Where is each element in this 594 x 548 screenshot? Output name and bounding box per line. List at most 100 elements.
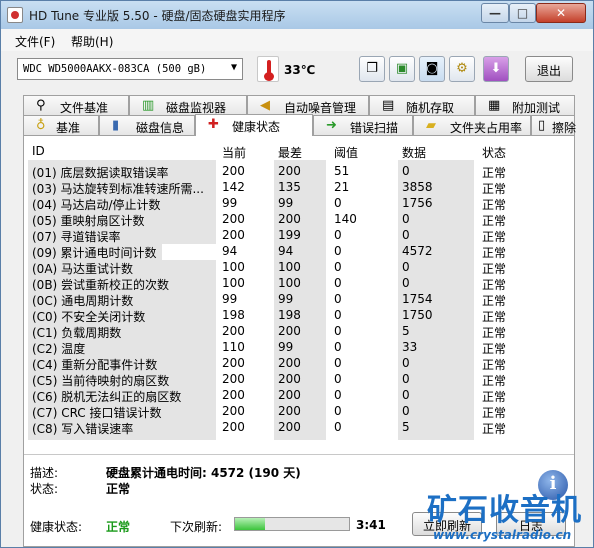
table-row[interactable]: (C0) 不安全关闭计数 198 198 0 1750 正常: [26, 308, 570, 324]
table-row[interactable]: (07) 寻道错误率 200 199 0 0 正常: [26, 228, 570, 244]
close-button[interactable]: ✕: [536, 3, 586, 23]
table-row[interactable]: (C2) 温度 110 99 0 33 正常: [26, 340, 570, 356]
menu-help[interactable]: 帮助(H): [71, 33, 113, 50]
header-id[interactable]: ID: [32, 144, 45, 158]
copy-info-button[interactable]: ▣: [389, 56, 415, 82]
tab-folder-usage[interactable]: ▰ 文件夹占用率: [413, 115, 531, 135]
table-row[interactable]: (C5) 当前待映射的扇区数 200 200 0 0 正常: [26, 372, 570, 388]
header-worst[interactable]: 最差: [278, 144, 302, 161]
screenshot-button[interactable]: ◙: [419, 56, 445, 82]
cell-worst: 99: [278, 292, 294, 306]
table-row[interactable]: (0C) 通电周期计数 99 99 0 1754 正常: [26, 292, 570, 308]
cell-worst: 200: [278, 388, 301, 402]
file-benchmark-icon: ⚲: [36, 98, 46, 113]
cell-threshold: 0: [334, 356, 342, 370]
tab-extra-tests[interactable]: ▦ 附加测试: [475, 95, 575, 115]
tab-error-scan[interactable]: ➜ 错误扫描: [313, 115, 413, 135]
settings-button[interactable]: ⚙: [449, 56, 475, 82]
exit-button[interactable]: 退出: [525, 56, 573, 82]
health-cross-icon: ✚: [208, 117, 219, 132]
cell-worst: 200: [278, 372, 301, 386]
title-bar[interactable]: HD Tune 专业版 5.50 - 硬盘/固态硬盘实用程序 — □ ✕: [1, 1, 593, 29]
refresh-now-button[interactable]: 立即刷新: [412, 512, 482, 536]
cell-worst: 94: [278, 244, 294, 258]
table-row[interactable]: (C8) 写入错误速率 200 200 0 5 正常: [26, 420, 570, 436]
status-footer: 健康状态: 正常 下次刷新: 3:41 立即刷新 日志: [24, 512, 574, 546]
tab-random-access[interactable]: ▤ 随机存取: [369, 95, 475, 115]
table-row[interactable]: (03) 马达旋转到标准转速所需... 142 135 21 3858 正常: [26, 180, 570, 196]
cell-threshold: 0: [334, 324, 342, 338]
tab-disk-monitor[interactable]: ▥ 磁盘监视器: [129, 95, 247, 115]
table-row-selected[interactable]: (09) 累计通电时间计数 94 94 0 4572 正常: [26, 244, 570, 260]
description-label: 描述:: [30, 466, 59, 480]
selection-highlight: [162, 244, 216, 260]
table-row[interactable]: (04) 马达启动/停止计数 99 99 0 1756 正常: [26, 196, 570, 212]
erase-trash-icon: ▯: [538, 118, 546, 133]
cell-id: (03) 马达旋转到标准转速所需...: [32, 182, 204, 196]
toolbar: WDC WD5000AAKX-083CA (500 gB) ▼ 33℃ ❐ ▣ …: [1, 51, 593, 91]
cell-threshold: 0: [334, 292, 342, 306]
health-label: 健康状态:: [30, 520, 83, 534]
tab-benchmark[interactable]: ♁ 基准: [23, 115, 99, 135]
log-button[interactable]: 日志: [496, 512, 566, 536]
dropdown-arrow-icon: ▼: [230, 62, 237, 73]
header-data[interactable]: 数据: [402, 144, 426, 161]
tab-file-benchmark[interactable]: ⚲ 文件基准: [23, 95, 129, 115]
table-row[interactable]: (C4) 重新分配事件计数 200 200 0 0 正常: [26, 356, 570, 372]
info-icon[interactable]: i: [538, 470, 568, 500]
cell-current: 200: [222, 404, 245, 418]
tab-label: 文件基准: [60, 101, 109, 115]
cell-data: 3858: [402, 180, 433, 194]
table-row[interactable]: (C1) 负载周期数 200 200 0 5 正常: [26, 324, 570, 340]
tab-noise-management[interactable]: ◀ 自动噪音管理: [247, 95, 369, 115]
cell-id: (C7) CRC 接口错误计数: [32, 406, 162, 420]
copy-text-icon: ❐: [366, 61, 378, 76]
minimize-button[interactable]: —: [481, 3, 509, 23]
divider: [24, 454, 574, 455]
cell-id: (C4) 重新分配事件计数: [32, 358, 158, 372]
table-row[interactable]: (C6) 脱机无法纠正的扇区数 200 200 0 0 正常: [26, 388, 570, 404]
cell-id: (01) 底层数据读取错误率: [32, 166, 169, 180]
cell-current: 100: [222, 276, 245, 290]
cell-id: (C6) 脱机无法纠正的扇区数: [32, 390, 182, 404]
cell-current: 94: [222, 244, 238, 258]
cell-worst: 199: [278, 228, 301, 242]
cell-id: (05) 重映射扇区计数: [32, 214, 145, 228]
cell-worst: 200: [278, 212, 301, 226]
drive-select-value: WDC WD5000AAKX-083CA (500 gB): [23, 63, 207, 75]
cell-id: (04) 马达启动/停止计数: [32, 198, 161, 212]
cell-status: 正常: [482, 326, 507, 340]
cell-worst: 198: [278, 308, 301, 322]
cell-data: 4572: [402, 244, 433, 258]
error-scan-icon: ➜: [326, 118, 337, 133]
cell-worst: 200: [278, 420, 301, 434]
cell-threshold: 51: [334, 164, 350, 178]
smart-table[interactable]: ID 当前 最差 阈值 数据 状态 (01) 底层数据读取错误率 200 200…: [26, 140, 570, 442]
table-row[interactable]: (01) 底层数据读取错误率 200 200 51 0 正常: [26, 164, 570, 180]
table-row[interactable]: (C7) CRC 接口错误计数 200 200 0 0 正常: [26, 404, 570, 420]
copy-text-button[interactable]: ❐: [359, 56, 385, 82]
cell-id: (07) 寻道错误率: [32, 230, 121, 244]
maximize-button[interactable]: □: [509, 3, 536, 23]
header-threshold[interactable]: 阈值: [334, 144, 358, 161]
tab-disk-info[interactable]: ▮ 磁盘信息: [99, 115, 195, 135]
menu-file[interactable]: 文件(F): [15, 33, 55, 50]
table-row[interactable]: (05) 重映射扇区计数 200 200 140 0 正常: [26, 212, 570, 228]
table-row[interactable]: (0B) 尝试重新校正的次数 100 100 0 0 正常: [26, 276, 570, 292]
tab-health[interactable]: ✚ 健康状态: [195, 114, 313, 136]
cell-id: (C0) 不安全关闭计数: [32, 310, 146, 324]
thermometer-icon: [257, 56, 279, 82]
cell-data: 5: [402, 324, 410, 338]
tab-erase[interactable]: ▯ 擦除: [531, 115, 576, 135]
table-row[interactable]: (0A) 马达重试计数 100 100 0 0 正常: [26, 260, 570, 276]
tab-label: 基准: [56, 121, 81, 135]
drive-select[interactable]: WDC WD5000AAKX-083CA (500 gB) ▼: [17, 58, 243, 80]
tabs-top-row: ⚲ 文件基准 ▥ 磁盘监视器 ◀ 自动噪音管理 ▤ 随机存取 ▦ 附加测试: [23, 95, 575, 115]
save-button[interactable]: ⬇: [483, 56, 509, 82]
tabs-bottom-row: ♁ 基准 ▮ 磁盘信息 ✚ 健康状态 ➜ 错误扫描 ▰ 文件夹占用率 ▯ 擦除: [23, 114, 576, 136]
header-current[interactable]: 当前: [222, 144, 246, 161]
cell-worst: 99: [278, 196, 294, 210]
cell-current: 200: [222, 388, 245, 402]
header-status[interactable]: 状态: [482, 144, 506, 161]
cell-worst: 200: [278, 324, 301, 338]
